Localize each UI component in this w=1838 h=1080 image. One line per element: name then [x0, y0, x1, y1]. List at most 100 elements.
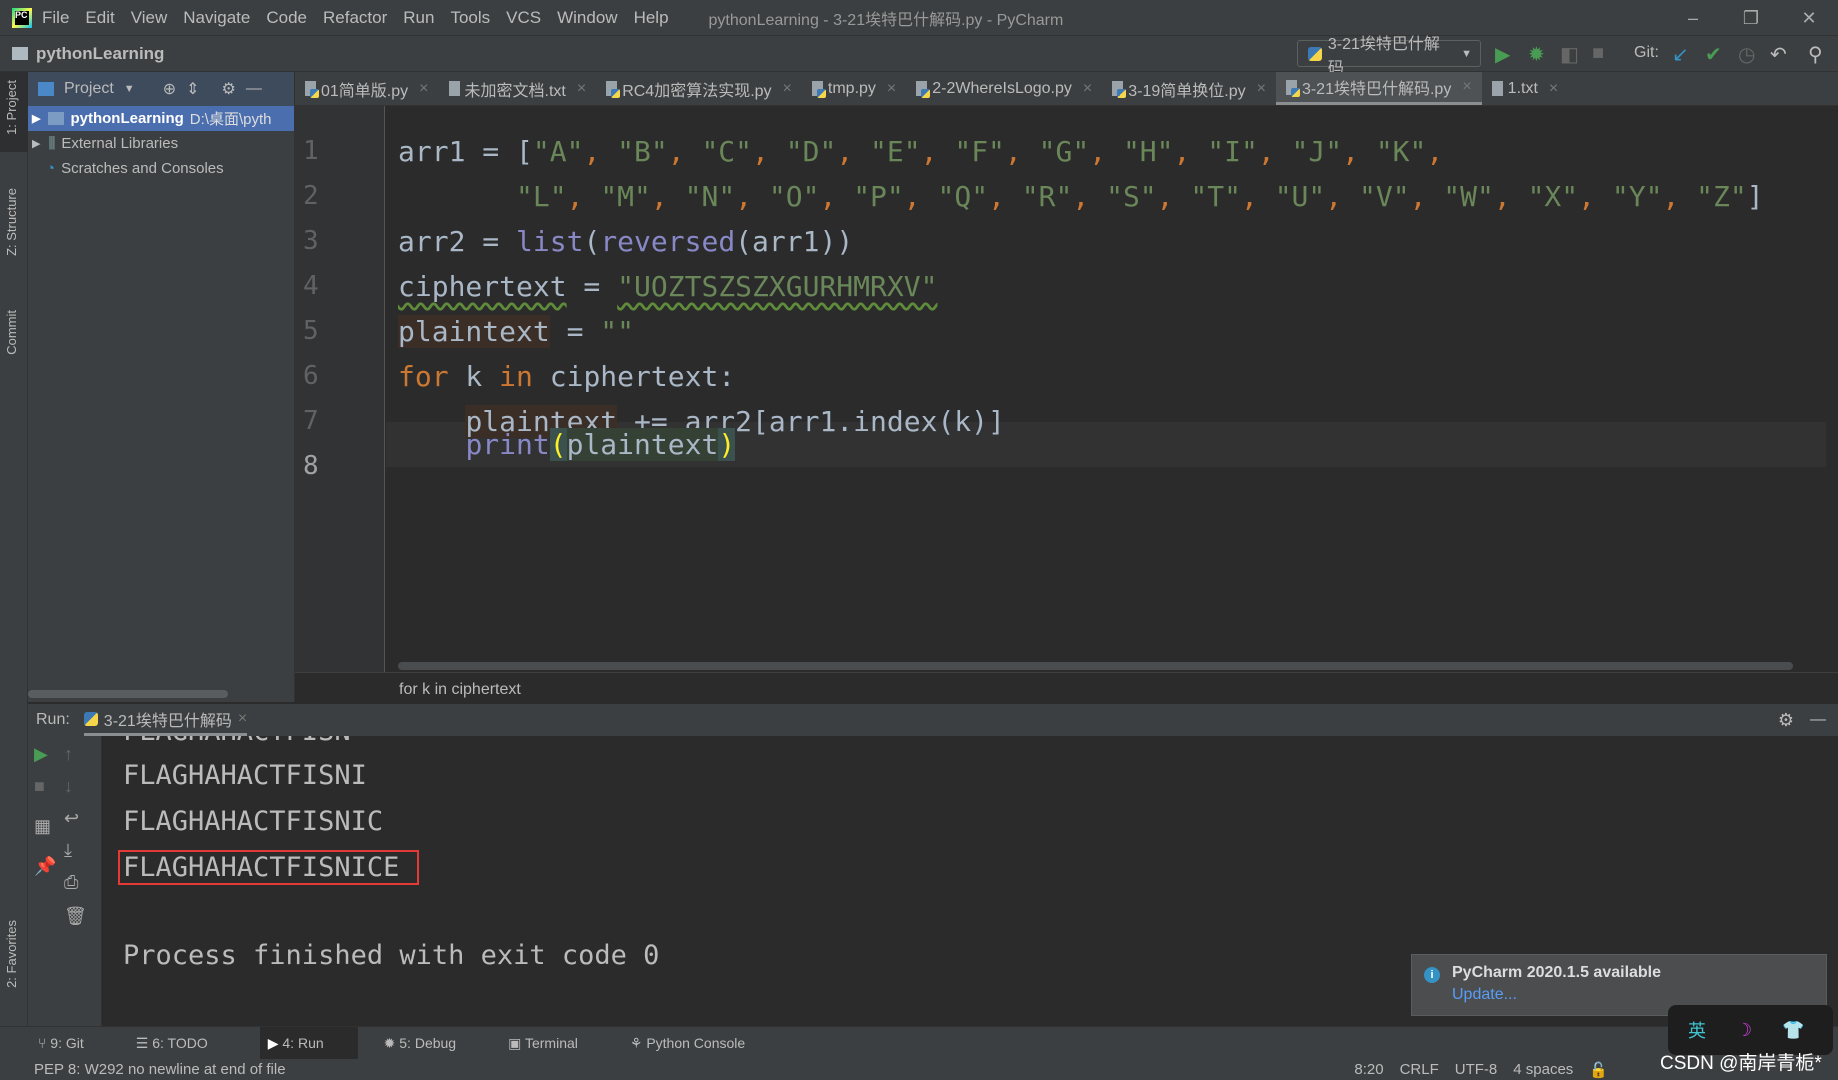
down-icon[interactable]: ↓: [64, 776, 73, 797]
run-label: Run:: [36, 711, 70, 728]
code-line-1: arr1 = ["A", "B", "C", "D", "E", "F", "G…: [398, 135, 1444, 168]
editor-horizontal-scrollbar[interactable]: [398, 662, 1793, 670]
search-icon[interactable]: ⚲: [1808, 42, 1823, 67]
rerun-icon[interactable]: ▶: [34, 744, 48, 765]
tab-3[interactable]: tmp.py ×: [802, 72, 906, 105]
stop-icon[interactable]: ■: [1592, 42, 1604, 65]
tree-item-scratches[interactable]: ◔ Scratches and Consoles: [28, 156, 294, 181]
coverage-icon[interactable]: ◧: [1560, 42, 1579, 67]
line-separator[interactable]: CRLF: [1400, 1061, 1439, 1079]
hide-icon[interactable]: —: [1810, 711, 1826, 729]
close-tab-icon[interactable]: ×: [783, 80, 792, 98]
tab-2[interactable]: RC4加密算法实现.py ×: [596, 72, 802, 105]
output-line: FLAGHAHACTFISNI: [123, 760, 367, 791]
history-icon[interactable]: ◷: [1738, 42, 1755, 67]
collapse-icon[interactable]: ⇕: [186, 79, 199, 99]
close-tab-icon[interactable]: ×: [1462, 78, 1471, 96]
menu-help[interactable]: Help: [634, 8, 669, 27]
close-tab-icon[interactable]: ×: [1549, 80, 1558, 98]
close-button[interactable]: ✕: [1780, 0, 1838, 36]
run-tab[interactable]: 3-21埃特巴什解码 ×: [83, 704, 248, 736]
menu-tools[interactable]: Tools: [450, 8, 490, 27]
tab-1[interactable]: 未加密文档.txt ×: [439, 72, 597, 105]
tool-git[interactable]: ⑂ 9: Git: [38, 1035, 110, 1051]
project-tool-tab[interactable]: 1: Project: [4, 80, 19, 135]
menu-edit[interactable]: Edit: [85, 8, 114, 27]
status-message[interactable]: PEP 8: W292 no newline at end of file: [34, 1061, 286, 1078]
project-view-select[interactable]: Project: [64, 80, 114, 98]
gear-icon[interactable]: ⚙: [222, 79, 236, 99]
tab-7[interactable]: 1.txt ×: [1482, 72, 1569, 105]
close-tab-icon[interactable]: ×: [1083, 80, 1092, 98]
window-title: pythonLearning - 3-21埃特巴什解码.py - PyCharm: [708, 11, 1064, 29]
menu-navigate[interactable]: Navigate: [183, 8, 250, 27]
tab-5[interactable]: 3-19简单换位.py ×: [1102, 72, 1276, 105]
pin-icon[interactable]: 📌: [34, 856, 56, 877]
tool-python-console[interactable]: ⚘ Python Console: [630, 1035, 771, 1052]
git-update-icon[interactable]: ↙: [1672, 42, 1689, 67]
tool-todo[interactable]: ☰ 6: TODO: [136, 1035, 234, 1052]
commit-tool-tab[interactable]: Commit: [4, 310, 19, 355]
file-icon: [1491, 81, 1503, 96]
tab-6[interactable]: 3-21埃特巴什解码.py ×: [1275, 72, 1482, 105]
git-commit-icon[interactable]: ✔: [1705, 42, 1722, 67]
chevron-down-icon: ▼: [1461, 47, 1472, 60]
tool-run[interactable]: ▶ 4: Run: [259, 1026, 358, 1060]
run-config-select[interactable]: 3-21埃特巴什解码 ▼: [1297, 36, 1481, 77]
code-line-4: ciphertext = "UOZTSZSZXGURHMRXV": [398, 270, 938, 303]
file-icon: [1285, 79, 1300, 97]
code-editor[interactable]: 1 2 3 4 5 6 7 8 arr1 = ["A", "B", "C", "D", "E"…: [295, 106, 1838, 672]
caret-position[interactable]: 8:20: [1354, 1061, 1383, 1079]
up-icon[interactable]: ↑: [64, 744, 73, 765]
output-line: FLAGHAHACTFISN: [123, 736, 351, 747]
locate-icon[interactable]: ⊕: [163, 79, 176, 99]
favorites-tool-tab[interactable]: 2: Favorites: [4, 920, 19, 988]
tab-0[interactable]: 01简单版.py ×: [295, 72, 439, 105]
tree-item-external-libraries[interactable]: ▶ ⫼ External Libraries: [28, 131, 294, 156]
code-line-3: arr2 = list(reversed(arr1)): [398, 225, 854, 258]
layout-icon[interactable]: ▦: [34, 816, 51, 837]
close-tab-icon[interactable]: ×: [577, 80, 586, 98]
rollback-icon[interactable]: ↶: [1770, 42, 1787, 67]
menu-refactor[interactable]: Refactor: [323, 8, 387, 27]
close-tab-icon[interactable]: ×: [1257, 80, 1266, 98]
print-icon[interactable]: ⎙: [64, 872, 78, 893]
menu-run[interactable]: Run: [403, 8, 434, 27]
output-line-highlighted: FLAGHAHACTFISNICE: [118, 850, 420, 885]
python-icon: [1308, 46, 1322, 61]
minimize-button[interactable]: –: [1664, 0, 1722, 36]
restore-button[interactable]: ❐: [1722, 0, 1780, 36]
debug-icon[interactable]: ✹: [1528, 42, 1545, 67]
structure-tool-tab[interactable]: Z: Structure: [4, 188, 19, 256]
menu-file[interactable]: File: [42, 8, 69, 27]
close-tab-icon[interactable]: ×: [419, 80, 428, 98]
close-tab-icon[interactable]: ×: [887, 80, 896, 98]
info-icon: i: [1424, 967, 1440, 983]
lock-icon[interactable]: 🔓: [1589, 1061, 1608, 1079]
tab-4[interactable]: 2-2WhereIsLogo.py ×: [906, 72, 1102, 105]
menu-code[interactable]: Code: [266, 8, 307, 27]
trash-icon[interactable]: 🗑: [64, 906, 87, 927]
soft-wrap-icon[interactable]: ↩: [64, 808, 79, 829]
chevron-down-icon[interactable]: ▼: [124, 83, 135, 95]
stop-icon[interactable]: ■: [34, 776, 45, 797]
code-line-5: plaintext = "": [398, 315, 635, 348]
menu-vcs[interactable]: VCS: [506, 8, 541, 27]
breadcrumb[interactable]: for k in ciphertext: [295, 672, 1838, 702]
run-icon[interactable]: ▶: [1495, 42, 1510, 67]
gear-icon[interactable]: ⚙: [1778, 710, 1794, 731]
menu-window[interactable]: Window: [557, 8, 617, 27]
file-encoding[interactable]: UTF-8: [1455, 1061, 1498, 1079]
nav-project[interactable]: pythonLearning: [12, 44, 164, 64]
scroll-end-icon[interactable]: ⤓: [64, 840, 72, 861]
tree-item-project-root[interactable]: ▶ pythonLearning D:\桌面\pyth: [28, 106, 294, 131]
gutter: 1 2 3 4 5 6 7 8: [295, 106, 385, 672]
tool-debug[interactable]: ✹ 5: Debug: [384, 1035, 482, 1052]
indent-setting[interactable]: 4 spaces: [1513, 1061, 1573, 1079]
hide-icon[interactable]: —: [246, 80, 262, 98]
project-scrollbar[interactable]: [28, 690, 228, 698]
update-link[interactable]: Update...: [1452, 986, 1826, 1004]
tool-terminal[interactable]: ▣ Terminal: [508, 1035, 604, 1052]
code-line-6: for k in ciphertext:: [398, 360, 736, 393]
menu-view[interactable]: View: [131, 8, 168, 27]
